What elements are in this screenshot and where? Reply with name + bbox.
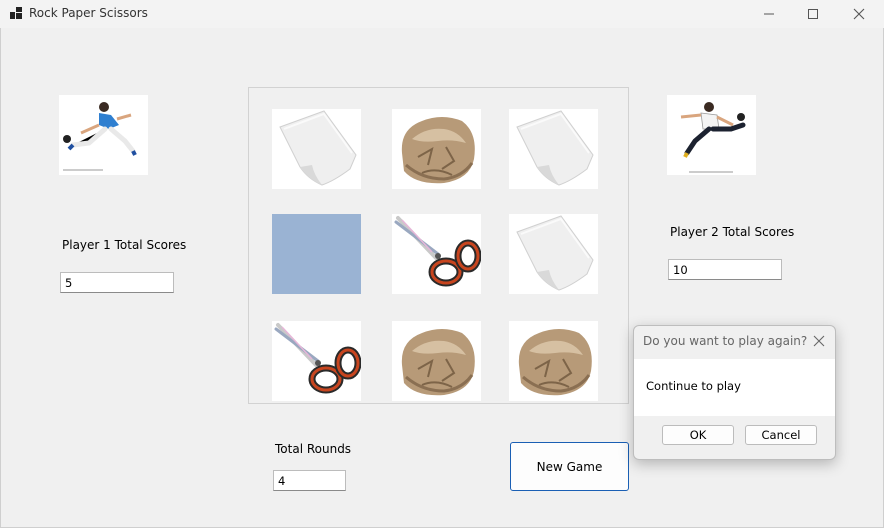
dialog-message: Continue to play [646,379,741,393]
board-cell-8[interactable] [392,321,481,401]
minimize-button[interactable] [746,0,792,28]
dialog-close-button[interactable] [811,333,827,349]
dialog-body: Continue to play [634,359,835,416]
player2-score-label: Player 2 Total Scores [670,225,795,239]
paper-icon [509,109,598,189]
title-bar: Rock Paper Scissors [0,0,884,28]
board-cell-6[interactable] [509,214,598,294]
board-cell-4[interactable] [272,214,361,294]
scissors-icon [272,321,361,401]
rock-icon [509,321,598,401]
board-cell-1[interactable] [272,109,361,189]
paper-icon [509,214,598,294]
dialog-cancel-button[interactable]: Cancel [745,425,817,445]
minimize-icon [764,13,774,15]
total-rounds-label: Total Rounds [275,442,352,456]
rock-icon [392,321,481,401]
scissors-icon [392,214,481,294]
paper-icon [272,109,361,189]
board-cell-7[interactable] [272,321,361,401]
player2-avatar [667,95,756,175]
dialog-ok-button[interactable]: OK [662,425,734,445]
play-again-dialog: Do you want to play again? Continue to p… [633,325,836,460]
player1-score-field[interactable]: 5 [60,272,174,293]
maximize-icon [808,9,818,19]
dialog-title: Do you want to play again? [643,334,808,348]
game-board [248,87,629,404]
board-cell-9[interactable] [509,321,598,401]
player2-score-field[interactable]: 10 [668,259,782,280]
app-icon [10,7,22,19]
board-cell-2[interactable] [392,109,481,189]
player1-avatar [59,95,148,175]
window-title: Rock Paper Scissors [29,6,148,20]
close-icon [853,8,865,20]
total-rounds-field[interactable]: 4 [273,470,346,491]
close-icon [813,335,825,347]
player1-kicker-image [63,102,137,171]
close-button[interactable] [836,0,882,28]
board-cell-3[interactable] [509,109,598,189]
player1-score-label: Player 1 Total Scores [62,238,187,252]
board-cell-5[interactable] [392,214,481,294]
new-game-button[interactable]: New Game [510,442,629,491]
player2-kicker-image [680,102,746,173]
maximize-button[interactable] [790,0,836,28]
rock-icon [392,109,481,189]
